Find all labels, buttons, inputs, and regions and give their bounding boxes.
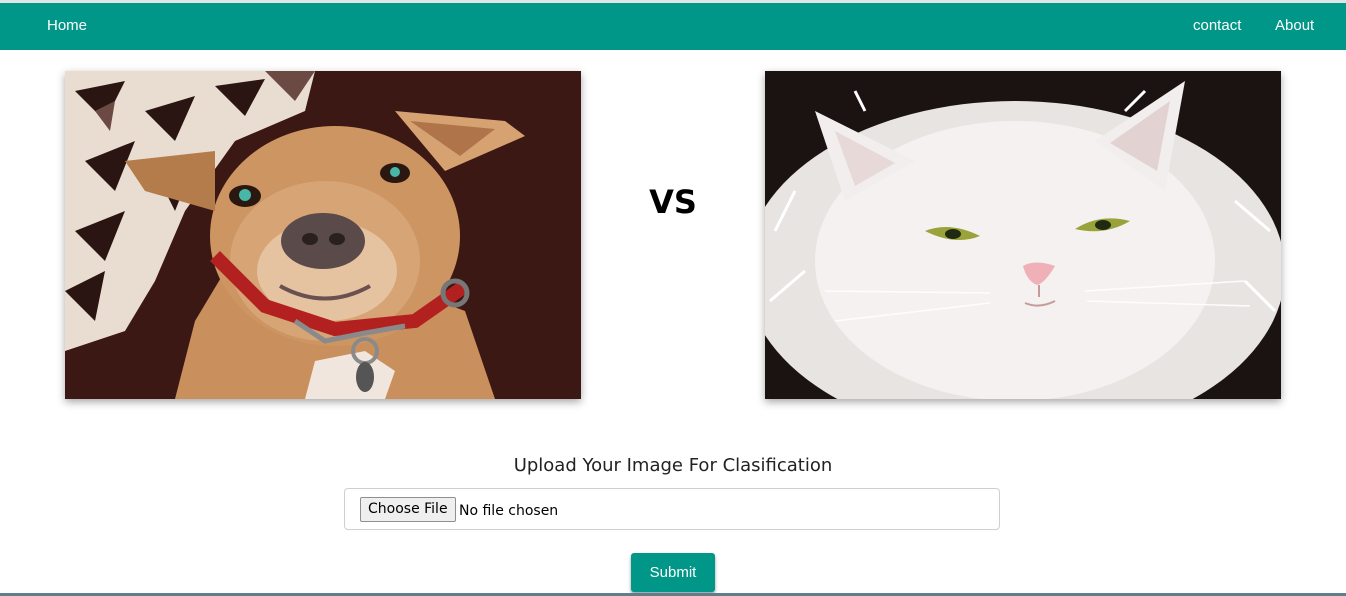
file-upload-field[interactable]: Choose File No file chosen (344, 488, 1000, 530)
upload-heading: Upload Your Image For Clasification (513, 455, 833, 476)
nav-contact-link[interactable]: contact (1193, 17, 1241, 35)
submit-button[interactable]: Submit (631, 553, 715, 592)
choose-file-button[interactable]: Choose File (360, 497, 456, 522)
file-status-text: No file chosen (459, 503, 559, 519)
page: Home contact About VS Upload Your Image … (0, 0, 1346, 596)
navbar: Home contact About (0, 3, 1346, 50)
vs-label: VS (649, 183, 697, 221)
cat-photo (765, 71, 1281, 399)
nav-about-link[interactable]: About (1275, 17, 1314, 35)
nav-home-link[interactable]: Home (47, 17, 87, 35)
dog-photo (65, 71, 581, 399)
